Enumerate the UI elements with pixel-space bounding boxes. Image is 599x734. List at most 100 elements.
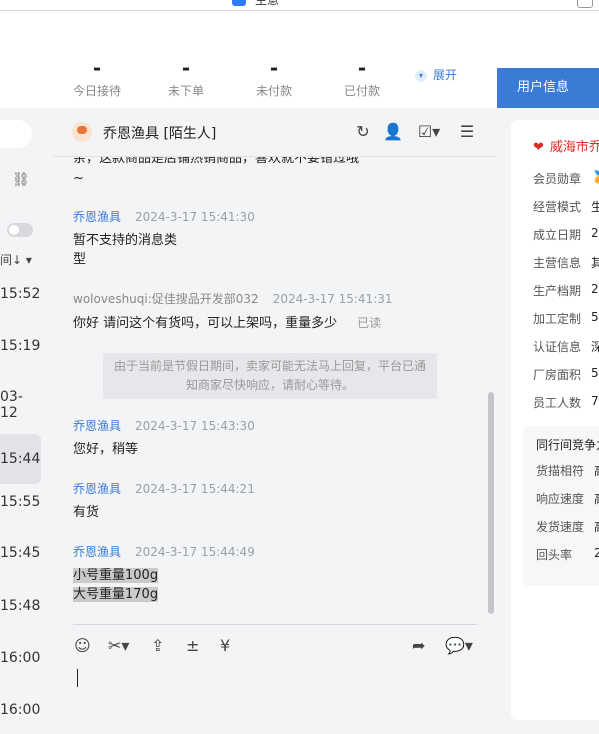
competitor-row: 回头率 2	[536, 546, 599, 563]
info-value: 20	[591, 282, 599, 296]
info-label: 主营信息	[533, 256, 582, 270]
conversation-item-time[interactable]: 16:00	[0, 702, 40, 718]
info-row: 员工人数 7,	[533, 394, 599, 411]
stat-unpaid: - 未付款	[229, 56, 319, 99]
stat-label: 未付款	[255, 84, 292, 98]
conversation-item-time[interactable]: 15:48	[0, 598, 40, 614]
message-text: ~	[73, 171, 84, 186]
message-line: 暂不支持的消息类	[73, 233, 178, 248]
message-composer: ☺ ✂▾ ⇪ ± ¥ ➦ 💬▾	[53, 622, 497, 734]
emoji-icon[interactable]: ☺	[74, 636, 91, 655]
competitor-value: 高	[594, 462, 599, 479]
info-label: 加工定制	[533, 312, 582, 326]
text-input-caret[interactable]	[77, 669, 78, 687]
chat-header: 乔恩渔具 [陌生人] ↻ 👤 ☑▾ ☰	[53, 108, 497, 157]
competitor-label: 发货速度	[536, 520, 585, 534]
contact-name: 乔恩渔具 [陌生人]	[103, 123, 216, 143]
sort-dropdown[interactable]: 间↓ ▾	[0, 251, 32, 268]
heart-icon: ❤	[533, 140, 544, 155]
chat-messages: 亲，这款商品是店铺热销商品，喜欢就不要错过哦 ~ 乔恩渔具 2024-3-17 1…	[53, 157, 497, 622]
message-line: 你好 请问这个有货吗，可以上架吗，重量多少	[73, 316, 338, 331]
message-meta: woloveshuqi:促佳搜品开发部032 2024-3-17 15:41:31	[73, 290, 393, 307]
conversation-item-time[interactable]: 15:55	[0, 494, 40, 510]
message-text: 暂不支持的消息类 型	[73, 231, 177, 269]
message-time: 2024-3-17 15:44:49	[135, 545, 255, 559]
conversation-list: ⛓ 间↓ ▾ 15:52 15:19 03-12 15:44 15:55 15:…	[0, 108, 53, 734]
info-value: 20	[591, 226, 599, 240]
org-tree-icon[interactable]: ⛓	[12, 172, 30, 188]
competitor-value: 高	[594, 518, 599, 535]
sender-name: woloveshuqi:促佳搜品开发部032	[73, 292, 259, 306]
info-label: 会员勋章	[533, 172, 582, 186]
calculator-icon[interactable]: ±	[186, 636, 199, 655]
chat-scrollbar[interactable]	[488, 392, 494, 614]
message-text: 有货	[73, 505, 100, 520]
sender-name: 乔恩渔具	[73, 210, 122, 224]
avatar	[72, 122, 92, 142]
sender-name: 乔恩渔具	[73, 419, 122, 433]
info-row: 会员勋章 🏅	[533, 170, 599, 187]
user-info-card: ❤ 威海市乔 会员勋章 🏅 经营模式生 成立日期 20 主营信息其 生产档期 20 加工…	[511, 120, 599, 720]
conversation-item-time[interactable]: 15:19	[0, 338, 40, 354]
competitor-row: 货描相符高	[536, 462, 599, 479]
add-contact-icon[interactable]: 👤	[383, 122, 403, 142]
price-tag-icon[interactable]: ¥	[220, 636, 230, 655]
expand-button[interactable]: ▾ 展开	[415, 66, 457, 83]
message-meta: 乔恩渔具 2024-3-17 15:44:21	[73, 480, 255, 497]
info-value: 50	[591, 310, 599, 324]
filter-toggle[interactable]	[7, 223, 33, 237]
stat-label: 今日接待	[72, 84, 121, 98]
upload-icon[interactable]: ⇪	[151, 636, 164, 655]
competitor-row: 响应速度高	[536, 490, 599, 507]
stat-value: -	[181, 56, 191, 80]
info-label: 员工人数	[533, 396, 582, 410]
stat-label: 未下单	[167, 84, 204, 98]
menu-icon[interactable]: ☰	[457, 122, 477, 142]
conversation-item-time[interactable]: 16:00	[0, 650, 40, 666]
company-name[interactable]: ❤ 威海市乔	[533, 136, 599, 155]
message-text-selected: 小号重量100g 大号重量170g	[73, 566, 159, 604]
app-icon	[232, 0, 246, 6]
info-value: 生	[591, 200, 599, 214]
message-meta: 乔恩渔具 2024-3-17 15:41:30	[73, 208, 255, 225]
scissors-icon[interactable]: ✂▾	[108, 636, 129, 655]
message-text-truncated: 亲，这款商品是店铺热销商品，喜欢就不要错过哦	[73, 157, 360, 166]
share-icon[interactable]: ➦	[412, 636, 425, 655]
conversation-item-time[interactable]: 15:52	[0, 286, 40, 302]
contact-tag: [陌生人]	[163, 126, 217, 142]
quick-reply-icon[interactable]: 💬▾	[445, 636, 473, 655]
search-input[interactable]	[0, 120, 32, 148]
sender-name: 乔恩渔具	[73, 482, 122, 496]
task-check-icon[interactable]: ☑▾	[415, 122, 443, 142]
info-value: 其	[591, 256, 599, 270]
info-label: 成立日期	[533, 228, 582, 242]
system-notice-line: 由于当前是节假日期间，卖家可能无法马上回复，平台已通	[113, 359, 426, 373]
tab-user-info[interactable]: 用户信息	[497, 68, 599, 108]
toggle-knob	[9, 225, 19, 235]
message-text: 您好，稍等	[73, 442, 139, 457]
window-control-icon[interactable]	[577, 0, 593, 8]
stat-not-ordered: - 未下单	[141, 56, 231, 99]
competitor-section: 同行间竞争力 货描相符高 响应速度高 发货速度高 回头率2	[523, 426, 599, 586]
message-line: 大号重量170g	[73, 587, 159, 602]
stat-value: -	[357, 56, 367, 80]
competitor-title: 同行间竞争力	[536, 438, 599, 452]
stat-value: -	[92, 56, 102, 80]
stat-paid: - 已付款	[317, 56, 407, 99]
expand-label: 展开	[433, 68, 458, 82]
info-row: 成立日期 20	[533, 226, 599, 243]
stat-today-reception: - 今日接待	[52, 56, 142, 99]
company-name-text: 威海市乔	[549, 140, 599, 155]
message-time: 2024-3-17 15:44:21	[135, 482, 255, 496]
refresh-icon[interactable]: ↻	[353, 122, 373, 142]
competitor-label: 回头率	[536, 548, 573, 562]
stat-value: -	[269, 56, 279, 80]
info-row: 认证信息深	[533, 338, 599, 355]
message-meta: 乔恩渔具 2024-3-17 15:43:30	[73, 417, 255, 434]
conversation-item-time[interactable]: 15:45	[0, 545, 40, 561]
stat-label: 已付款	[343, 84, 380, 98]
conversation-item-time-selected[interactable]: 15:44	[0, 434, 41, 484]
conversation-item-time[interactable]: 03-12	[0, 389, 36, 421]
system-notice-line: 知商家尽快响应，请耐心等待。	[185, 378, 354, 392]
info-row: 生产档期 20	[533, 282, 599, 299]
